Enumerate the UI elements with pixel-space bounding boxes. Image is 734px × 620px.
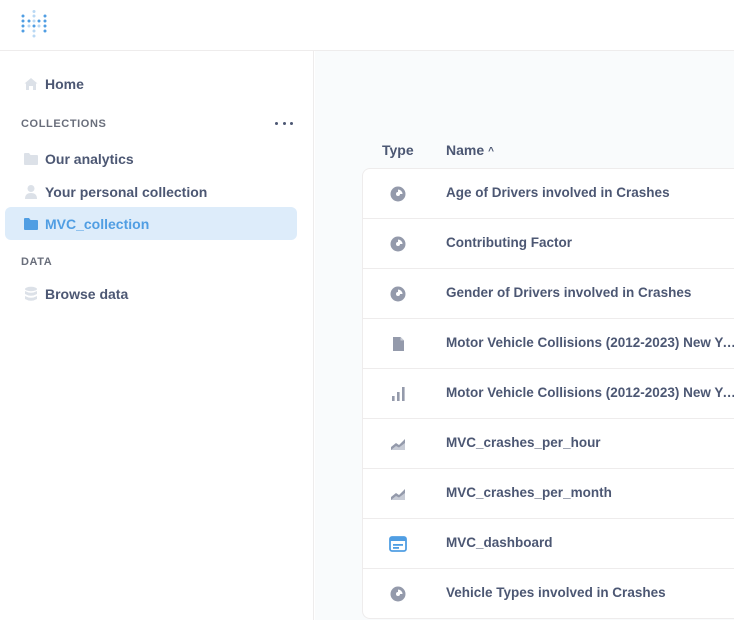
sidebar-item-label: Your personal collection bbox=[45, 183, 208, 200]
sidebar: Home COLLECTIONS Our analytics Your pers… bbox=[0, 51, 314, 620]
table-row[interactable]: Motor Vehicle Collisions (2012-2023) New… bbox=[363, 369, 734, 419]
data-heading: DATA bbox=[21, 256, 53, 268]
sidebar-item-label: Home bbox=[45, 75, 84, 92]
document-icon bbox=[389, 335, 407, 353]
item-name: Gender of Drivers involved in Crashes bbox=[446, 285, 692, 300]
metabase-logo-icon[interactable] bbox=[20, 10, 48, 40]
name-column-label: Name bbox=[446, 142, 485, 158]
table-row[interactable]: MVC_crashes_per_hour bbox=[363, 419, 734, 469]
item-name: Contributing Factor bbox=[446, 235, 572, 250]
table-row[interactable]: Gender of Drivers involved in Crashes bbox=[363, 269, 734, 319]
home-icon bbox=[23, 76, 39, 92]
pie-chart-icon bbox=[389, 235, 407, 253]
item-name: Motor Vehicle Collisions (2012-2023) New… bbox=[446, 335, 734, 350]
sidebar-item-our-analytics[interactable]: Our analytics bbox=[5, 142, 297, 175]
sidebar-item-home[interactable]: Home bbox=[5, 67, 297, 100]
bar-chart-icon bbox=[389, 385, 407, 403]
table-row[interactable]: Age of Drivers involved in Crashes bbox=[363, 169, 734, 219]
pie-chart-icon bbox=[389, 285, 407, 303]
item-name: MVC_dashboard bbox=[446, 535, 553, 550]
ellipsis-icon[interactable] bbox=[275, 116, 293, 130]
table-row[interactable]: Motor Vehicle Collisions (2012-2023) New… bbox=[363, 319, 734, 369]
pie-chart-icon bbox=[389, 585, 407, 603]
table-row[interactable]: Vehicle Types involved in Crashes bbox=[363, 569, 734, 618]
area-chart-icon bbox=[389, 435, 407, 453]
sort-ascending-icon: ^ bbox=[488, 146, 494, 157]
person-icon bbox=[23, 184, 39, 200]
top-navbar bbox=[0, 0, 734, 51]
pie-chart-icon bbox=[389, 185, 407, 203]
name-column-header[interactable]: Name ^ bbox=[446, 142, 494, 158]
item-name: MVC_crashes_per_month bbox=[446, 485, 612, 500]
item-name: Motor Vehicle Collisions (2012-2023) New… bbox=[446, 385, 734, 400]
sidebar-item-mvc-collection[interactable]: MVC_collection bbox=[5, 207, 297, 240]
item-name: Age of Drivers involved in Crashes bbox=[446, 185, 670, 200]
items-table: Age of Drivers involved in Crashes Contr… bbox=[362, 168, 734, 619]
sidebar-item-label: Browse data bbox=[45, 285, 129, 302]
sidebar-item-label: MVC_collection bbox=[45, 215, 150, 232]
database-icon bbox=[23, 286, 39, 302]
sidebar-item-personal-collection[interactable]: Your personal collection bbox=[5, 175, 297, 208]
item-name: Vehicle Types involved in Crashes bbox=[446, 585, 666, 600]
folder-icon bbox=[23, 151, 39, 167]
collections-heading: COLLECTIONS bbox=[21, 118, 107, 130]
sidebar-item-label: Our analytics bbox=[45, 150, 134, 167]
sidebar-item-browse-data[interactable]: Browse data bbox=[5, 277, 297, 310]
type-column-header[interactable]: Type bbox=[382, 142, 414, 158]
dashboard-icon bbox=[389, 535, 407, 553]
folder-icon bbox=[23, 216, 39, 232]
area-chart-icon bbox=[389, 485, 407, 503]
table-row[interactable]: MVC_crashes_per_month bbox=[363, 469, 734, 519]
table-row[interactable]: MVC_dashboard bbox=[363, 519, 734, 569]
collection-content: Type Name ^ Age of Drivers involved in Cr… bbox=[315, 51, 734, 620]
table-row[interactable]: Contributing Factor bbox=[363, 219, 734, 269]
item-name: MVC_crashes_per_hour bbox=[446, 435, 601, 450]
